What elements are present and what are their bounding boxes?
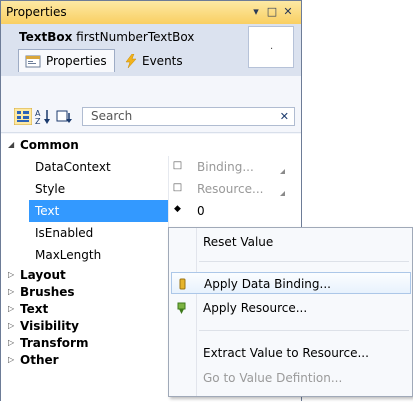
clear-search-icon[interactable]: ✕	[280, 108, 289, 125]
property-value[interactable]: Binding...	[197, 160, 254, 174]
property-row-text[interactable]: Text ◆ 0	[1, 200, 301, 222]
context-menu: Reset Value Apply Data Binding... Apply …	[168, 227, 413, 397]
properties-icon	[25, 55, 41, 68]
search-placeholder: Search	[91, 109, 133, 123]
menu-separator	[199, 261, 409, 262]
property-name: MaxLength	[35, 248, 102, 262]
tab-properties-label: Properties	[46, 54, 107, 68]
dropdown-icon[interactable]: ▾	[249, 4, 263, 19]
property-name: IsEnabled	[35, 226, 94, 240]
property-value[interactable]: Resource...	[197, 182, 263, 196]
filter-icon[interactable]	[55, 108, 73, 125]
element-type-name: TextBox firstNumberTextBox	[19, 30, 194, 44]
value-corner-icon	[280, 191, 285, 196]
svg-text:Z: Z	[35, 117, 41, 125]
menu-item-go-to-value-definition: Go to Value Defintion...	[203, 371, 343, 385]
menu-item-apply-resource[interactable]: Apply Resource...	[169, 297, 412, 319]
property-marker-icon[interactable]: □	[172, 182, 183, 193]
expand-icon[interactable]: ▷	[8, 338, 14, 347]
expand-icon[interactable]: ▷	[8, 321, 14, 330]
properties-toolbar: A Z Search ✕	[1, 100, 301, 133]
menu-separator	[199, 330, 409, 331]
menu-item-reset-value[interactable]: Reset Value	[169, 231, 412, 253]
lightning-icon	[125, 53, 137, 68]
resource-icon	[177, 302, 186, 314]
element-instance-name: firstNumberTextBox	[76, 30, 195, 44]
element-preview: ·	[248, 26, 294, 68]
property-marker-icon[interactable]: ◆	[172, 204, 183, 215]
expand-icon[interactable]: ▷	[8, 355, 14, 364]
panel-title: Properties	[6, 5, 67, 19]
tab-properties[interactable]: Properties	[18, 49, 115, 72]
property-name: Style	[35, 182, 66, 196]
value-corner-icon	[280, 169, 285, 174]
preview-glyph: ·	[270, 44, 274, 55]
property-name: DataContext	[35, 160, 111, 174]
expand-icon[interactable]: ▷	[8, 304, 14, 313]
property-value[interactable]: 0	[197, 204, 205, 218]
element-type: TextBox	[19, 30, 73, 44]
menu-item-apply-data-binding[interactable]: Apply Data Binding...	[171, 272, 411, 294]
maximize-icon[interactable]: □	[265, 4, 279, 19]
tab-events[interactable]: Events	[118, 49, 193, 72]
expand-icon[interactable]: ▷	[8, 270, 14, 279]
property-row-datacontext[interactable]: DataContext □ Binding...	[1, 156, 301, 178]
property-name: Text	[35, 204, 60, 218]
property-marker-icon[interactable]: □	[172, 160, 183, 171]
expand-icon[interactable]: ▷	[8, 287, 14, 296]
close-icon[interactable]: ✕	[281, 4, 295, 19]
menu-item-extract-value[interactable]: Extract Value to Resource...	[169, 342, 412, 364]
sort-alpha-icon[interactable]: A Z	[35, 108, 53, 125]
categorize-icon[interactable]	[14, 108, 32, 125]
tab-events-label: Events	[142, 53, 183, 68]
collapse-icon[interactable]: ◢	[8, 140, 14, 149]
category-common[interactable]: ◢ Common	[1, 134, 301, 156]
property-row-style[interactable]: Style □ Resource...	[1, 178, 301, 200]
data-binding-icon	[179, 278, 186, 290]
panel-titlebar[interactable]: Properties ▾ □ ✕	[1, 1, 301, 24]
search-input[interactable]: Search ✕	[82, 107, 295, 126]
